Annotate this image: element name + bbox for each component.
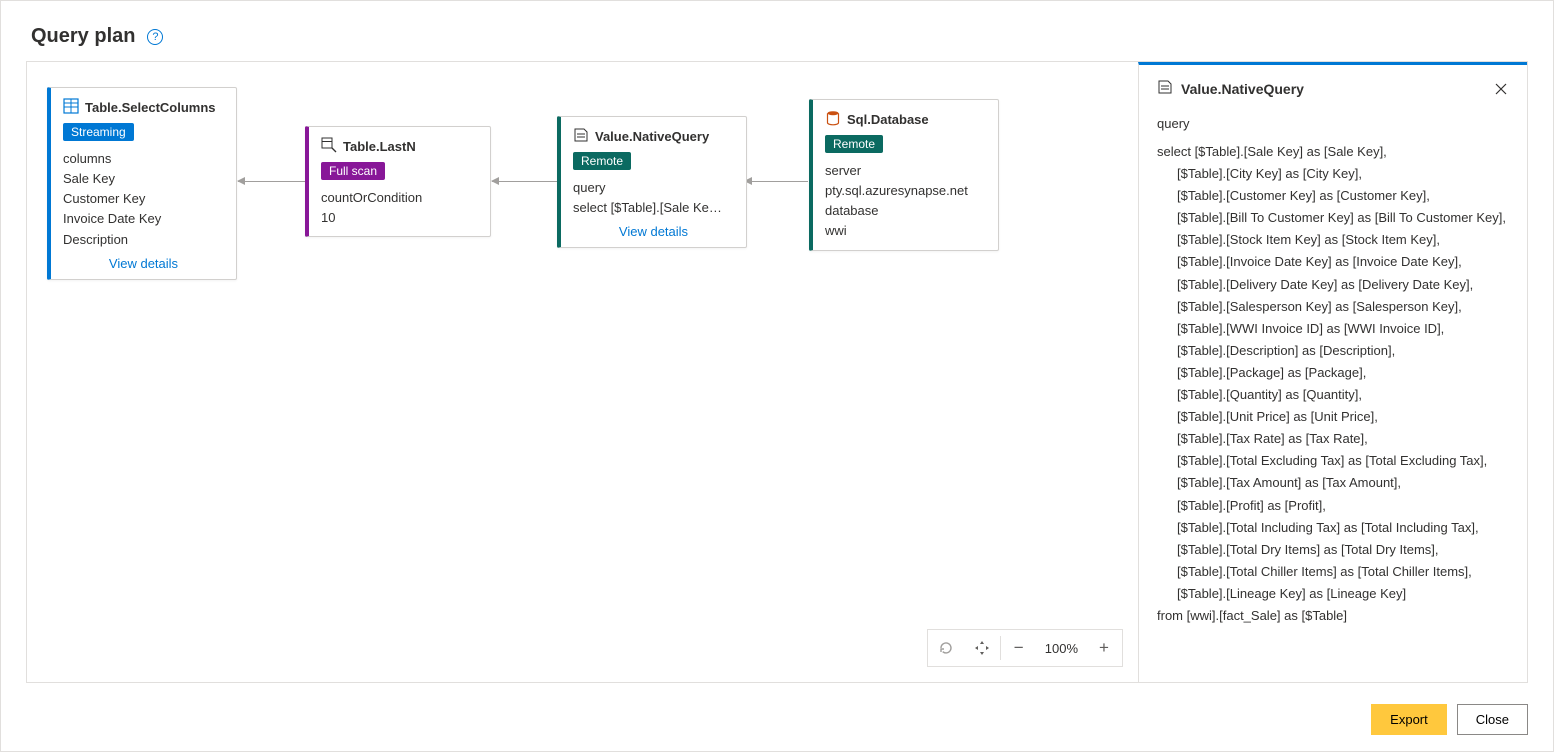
fullscan-badge: Full scan <box>321 162 385 180</box>
query-text: select [$Table].[Sale Key] as [Sale Key]… <box>1157 141 1509 627</box>
streaming-badge: Streaming <box>63 123 134 141</box>
view-details-link[interactable]: View details <box>63 256 224 271</box>
close-panel-button[interactable] <box>1493 81 1509 97</box>
node-param-value: wwi <box>825 221 986 241</box>
node-value-nativequery[interactable]: Value.NativeQuery Remote query select [$… <box>557 116 747 248</box>
node-sql-database[interactable]: Sql.Database Remote server pty.sql.azure… <box>809 99 999 251</box>
zoom-out-button[interactable]: − <box>1001 630 1037 666</box>
query-line: [$Table].[Bill To Customer Key] as [Bill… <box>1157 207 1509 229</box>
query-line: [$Table].[Total Chiller Items] as [Total… <box>1157 561 1509 583</box>
node-param-value: select [$Table].[Sale Ke… <box>573 198 734 218</box>
node-table-lastn[interactable]: Table.LastN Full scan countOrCondition 1… <box>305 126 491 237</box>
fit-view-button[interactable] <box>964 630 1000 666</box>
query-line: [$Table].[Total Including Tax] as [Total… <box>1157 517 1509 539</box>
zoom-level: 100% <box>1037 641 1086 656</box>
node-column: Customer Key <box>63 189 224 209</box>
table-icon <box>63 98 79 117</box>
query-line: [$Table].[Salesperson Key] as [Salespers… <box>1157 296 1509 318</box>
query-line: [$Table].[Total Dry Items] as [Total Dry… <box>1157 539 1509 561</box>
node-title-text: Table.LastN <box>343 139 416 154</box>
table-scan-icon <box>321 137 337 156</box>
node-param-value: 10 <box>321 208 478 228</box>
export-button[interactable]: Export <box>1371 704 1447 735</box>
query-line: [$Table].[Total Excluding Tax] as [Total… <box>1157 450 1509 472</box>
node-param-value: pty.sql.azuresynapse.net <box>825 181 986 201</box>
arrow <box>238 181 306 182</box>
node-param-label: query <box>573 178 734 198</box>
node-param-label: server <box>825 161 986 181</box>
query-plan-canvas[interactable]: Table.SelectColumns Streaming columns Sa… <box>27 62 1138 682</box>
detail-section-label: query <box>1157 116 1509 131</box>
node-table-selectcolumns[interactable]: Table.SelectColumns Streaming columns Sa… <box>47 87 237 280</box>
dialog-footer: Export Close <box>1371 704 1528 735</box>
query-line: [$Table].[Description] as [Description], <box>1157 340 1509 362</box>
zoom-in-button[interactable]: + <box>1086 630 1122 666</box>
node-column: Invoice Date Key <box>63 209 224 229</box>
query-icon <box>1157 79 1173 98</box>
database-icon <box>825 110 841 129</box>
node-title-text: Sql.Database <box>847 112 929 127</box>
query-line: [$Table].[Tax Amount] as [Tax Amount], <box>1157 472 1509 494</box>
arrow <box>745 181 808 182</box>
node-param-label: columns <box>63 149 224 169</box>
reset-view-button[interactable] <box>928 630 964 666</box>
node-column: Sale Key <box>63 169 224 189</box>
help-icon[interactable]: ? <box>147 29 163 45</box>
query-line: [$Table].[Lineage Key] as [Lineage Key] <box>1157 583 1509 605</box>
query-line: [$Table].[Invoice Date Key] as [Invoice … <box>1157 251 1509 273</box>
zoom-toolbar: − 100% + <box>927 629 1123 667</box>
node-title-text: Table.SelectColumns <box>85 100 216 115</box>
view-details-link[interactable]: View details <box>573 224 734 239</box>
remote-badge: Remote <box>573 152 631 170</box>
node-column: Description <box>63 230 224 250</box>
detail-panel: Value.NativeQuery query select [$Table].… <box>1138 62 1527 682</box>
query-icon <box>573 127 589 146</box>
query-line: [$Table].[City Key] as [City Key], <box>1157 163 1509 185</box>
query-line: select [$Table].[Sale Key] as [Sale Key]… <box>1157 141 1509 163</box>
node-param-label: database <box>825 201 986 221</box>
page-title: Query plan <box>31 25 135 48</box>
query-line: [$Table].[WWI Invoice ID] as [WWI Invoic… <box>1157 318 1509 340</box>
query-line: [$Table].[Customer Key] as [Customer Key… <box>1157 185 1509 207</box>
dialog-header: Query plan ? <box>1 1 1553 60</box>
query-line: [$Table].[Quantity] as [Quantity], <box>1157 384 1509 406</box>
query-line: [$Table].[Stock Item Key] as [Stock Item… <box>1157 229 1509 251</box>
query-line: [$Table].[Delivery Date Key] as [Deliver… <box>1157 274 1509 296</box>
main-area: Table.SelectColumns Streaming columns Sa… <box>26 61 1528 683</box>
arrow <box>492 181 557 182</box>
query-line: [$Table].[Unit Price] as [Unit Price], <box>1157 406 1509 428</box>
query-line: [$Table].[Profit] as [Profit], <box>1157 495 1509 517</box>
close-button[interactable]: Close <box>1457 704 1528 735</box>
node-param-label: countOrCondition <box>321 188 478 208</box>
node-title-text: Value.NativeQuery <box>595 129 709 144</box>
remote-badge: Remote <box>825 135 883 153</box>
query-line: from [wwi].[fact_Sale] as [$Table] <box>1157 605 1509 627</box>
query-line: [$Table].[Package] as [Package], <box>1157 362 1509 384</box>
detail-title: Value.NativeQuery <box>1181 81 1304 97</box>
query-line: [$Table].[Tax Rate] as [Tax Rate], <box>1157 428 1509 450</box>
